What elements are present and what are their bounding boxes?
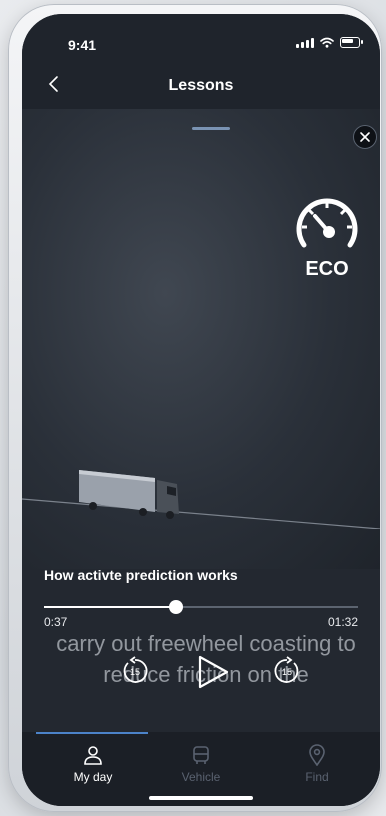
eco-label: ECO: [305, 258, 349, 280]
speedometer-icon: [296, 198, 358, 248]
active-tab-indicator: [36, 732, 148, 734]
rewind-15-button[interactable]: 15: [120, 656, 150, 686]
person-icon: [84, 746, 102, 765]
tab-my-day[interactable]: My day: [38, 744, 148, 784]
wifi-icon: [320, 37, 334, 48]
nav-header: Lessons: [22, 64, 380, 109]
lesson-title: How activte prediction works: [44, 567, 238, 583]
tab-label-my-day: My day: [73, 770, 113, 784]
play-button[interactable]: [196, 654, 230, 690]
tab-find[interactable]: Find: [262, 744, 372, 784]
location-pin-icon: [309, 744, 325, 766]
current-time: 0:37: [44, 615, 68, 629]
progress-bar[interactable]: [44, 600, 358, 614]
tab-vehicle[interactable]: Vehicle: [146, 744, 256, 784]
battery-icon: [340, 37, 363, 48]
truck-illustration: [79, 470, 179, 519]
tab-label-vehicle: Vehicle: [181, 770, 221, 784]
close-icon: [360, 132, 370, 142]
eco-gauge-graphic: ECO: [292, 189, 362, 289]
drag-handle[interactable]: [192, 127, 230, 130]
total-time: 01:32: [327, 615, 358, 629]
bottom-tab-bar: My day Vehicle Find: [22, 732, 380, 806]
progress-thumb[interactable]: [168, 600, 183, 614]
page-title: Lessons: [168, 77, 234, 94]
progress-fill: [44, 606, 176, 608]
signal-icon: [296, 37, 314, 48]
tab-label-find: Find: [305, 770, 329, 784]
rewind-icon: 15: [123, 656, 148, 683]
road-illustration: [22, 498, 380, 529]
forward-icon: 15: [274, 656, 299, 683]
status-icons: [296, 37, 363, 48]
playback-controls: 15 15: [22, 654, 380, 694]
phone-frame: 9:41 Lessons ECO How activte prediction …: [8, 4, 382, 812]
status-bar: 9:41: [22, 14, 380, 64]
app-screen: 9:41 Lessons ECO How activte prediction …: [22, 14, 380, 806]
truck-front-icon: [193, 746, 209, 764]
svg-text:15: 15: [282, 667, 292, 677]
home-indicator: [149, 796, 253, 800]
video-player[interactable]: ECO: [22, 109, 380, 569]
status-time: 9:41: [68, 37, 97, 53]
play-icon: [198, 655, 229, 689]
close-button[interactable]: [353, 125, 377, 149]
forward-15-button[interactable]: 15: [272, 656, 302, 686]
svg-text:15: 15: [130, 667, 140, 677]
